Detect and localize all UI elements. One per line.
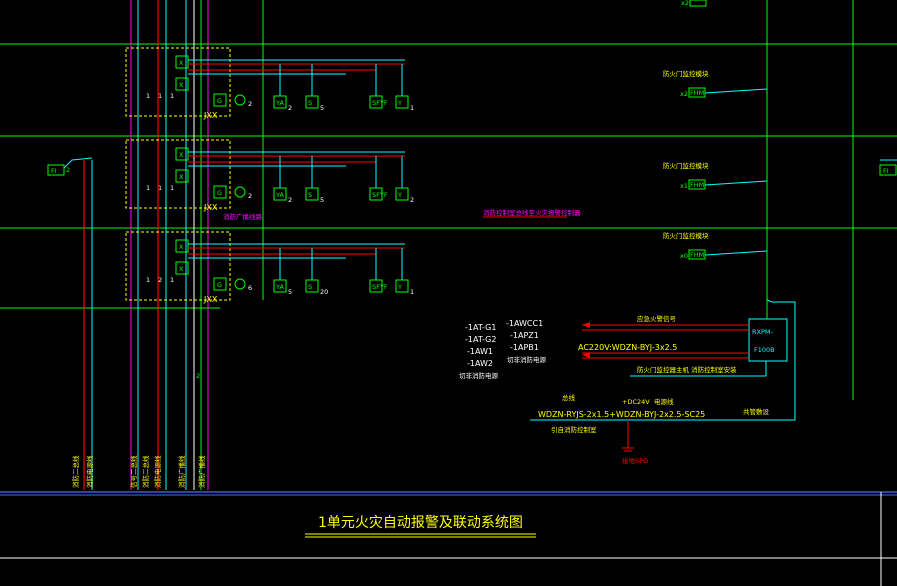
annotation-right: 消防控制室总线至火灾报警控制器 — [483, 208, 581, 217]
jxx-label: JXX — [203, 203, 218, 212]
elevator-note-1: 切非消防电源 — [507, 355, 547, 364]
dc24v-label: +DC24V — [622, 398, 650, 406]
g-module-label: G — [217, 281, 222, 289]
x-module-label: X — [179, 243, 184, 251]
loop-count: 1 — [170, 92, 174, 100]
from-ctrl-label: 引自消防控制室 — [551, 425, 597, 434]
top-door-count: x2 — [681, 0, 689, 7]
loop-marker: 2 — [196, 372, 200, 380]
red-signal-label: 应急火警信号 — [637, 314, 677, 323]
device-ya-label: YA — [275, 99, 284, 107]
elevator-note-0: 切非消防电源 — [459, 371, 499, 380]
g-count: 6 — [248, 284, 252, 292]
elevator-label-2: -1AW1 — [467, 347, 493, 356]
vertical-label-5: 消防广播线 — [177, 455, 186, 488]
device-y-label: Y — [397, 283, 402, 291]
x-module-label: X — [179, 173, 184, 181]
svg-text:2: 2 — [66, 166, 70, 174]
device-count: 20 — [320, 288, 328, 296]
device-count: 2 — [288, 196, 292, 204]
fhm-label: FHM — [690, 89, 704, 97]
loop-count: 1 — [158, 184, 162, 192]
bus-name-label: 总线 — [562, 393, 576, 402]
ground-spd-label: 接地SPD — [622, 456, 648, 465]
ac-power-label: AC220V:WDZN-BYJ-3x2.5 — [578, 343, 677, 352]
device-ya-label: YA — [275, 283, 284, 291]
g-module-label: G — [217, 189, 222, 197]
device-count: 1 — [410, 288, 414, 296]
fire-alarm-system-diagram: JXX1 1 1XXG 2 YA2S5SFYF Y1JXX1 1 1XXG 2 YA2S5SFYF… — [0, 0, 897, 586]
panel-line2: F100B — [754, 346, 775, 354]
door-module-label: 防火门监控模块 — [663, 69, 709, 78]
elevator-label-5: -1APZ1 — [510, 331, 539, 340]
device-sfyf-label: SFYF — [372, 99, 388, 107]
g-module-label: G — [217, 97, 222, 105]
jxx-label: JXX — [203, 111, 218, 120]
device-y-label: Y — [397, 99, 402, 107]
device-y-label: Y — [397, 191, 402, 199]
device-count: 2 — [288, 104, 292, 112]
loop-count: 2 — [158, 276, 162, 284]
device-sfyf-label: SFYF — [372, 191, 388, 199]
g-count: 2 — [248, 192, 252, 200]
annotation-left: 消防广播线路 — [223, 212, 263, 221]
loop-count: 1 — [146, 92, 150, 100]
x-module-label: X — [179, 81, 184, 89]
vertical-label-4: 消防电源线 — [153, 455, 162, 488]
elevator-label-6: -1APB1 — [510, 343, 539, 352]
device-s-label: S — [308, 99, 312, 107]
device-sfyf-label: SFYF — [372, 283, 388, 291]
fhm-label: FHM — [690, 181, 704, 189]
device-count: 2 — [410, 196, 414, 204]
power-line-label: 电源线 — [654, 397, 674, 406]
elevator-label-3: -1AW2 — [467, 359, 493, 368]
fi-label-left: FI — [51, 167, 57, 175]
device-s-label: S — [308, 283, 312, 291]
x-module-label: X — [179, 59, 184, 67]
x-module-label: X — [179, 151, 184, 159]
panel-note: 防火门监控器主机 消防控制室安装 — [637, 365, 737, 374]
device-ya-label: YA — [275, 191, 284, 199]
device-s-label: S — [308, 191, 312, 199]
vertical-label-1: 消防电源线 — [85, 455, 94, 488]
door-count: x2 — [680, 90, 688, 98]
loop-count: 1 — [170, 184, 174, 192]
device-count: 5 — [288, 288, 292, 296]
x-module-label: X — [179, 265, 184, 273]
fi-label-right: FI — [883, 167, 889, 175]
loop-count: 1 — [158, 92, 162, 100]
fhm-label: FHM — [690, 251, 704, 259]
door-module-label: 防火门监控模块 — [663, 161, 709, 170]
vertical-label-0: 消防二总线 — [71, 455, 80, 488]
g-count: 2 — [248, 100, 252, 108]
bus-cable-label: WDZN-RYJS-2x1.5+WDZN-BYJ-2x2.5-SC25 — [538, 410, 705, 419]
device-count: 5 — [320, 196, 324, 204]
door-count: x0 — [680, 252, 688, 260]
loop-count: 1 — [170, 276, 174, 284]
vertical-label-6: 消防广播线 — [197, 455, 206, 488]
door-module-label: 防火门监控模块 — [663, 231, 709, 240]
door-count: x1 — [680, 182, 688, 190]
device-count: 1 — [410, 104, 414, 112]
elevator-label-0: -1AT-G1 — [465, 323, 496, 332]
loop-count: 1 — [146, 184, 150, 192]
elevator-label-1: -1AT-G2 — [465, 335, 496, 344]
elevator-label-4: -1AWCC1 — [506, 319, 543, 328]
diagram-title: 1单元火灾自动报警及联动系统图 — [318, 514, 523, 531]
panel-line1: RXPM- — [752, 328, 773, 336]
vertical-label-2: 信号二总线 — [129, 455, 138, 488]
vertical-label-3: 消防二总线 — [141, 455, 150, 488]
device-count: 5 — [320, 104, 324, 112]
jxx-label: JXX — [203, 295, 218, 304]
shared-label: 共管敷设 — [743, 407, 770, 416]
loop-count: 1 — [146, 276, 150, 284]
